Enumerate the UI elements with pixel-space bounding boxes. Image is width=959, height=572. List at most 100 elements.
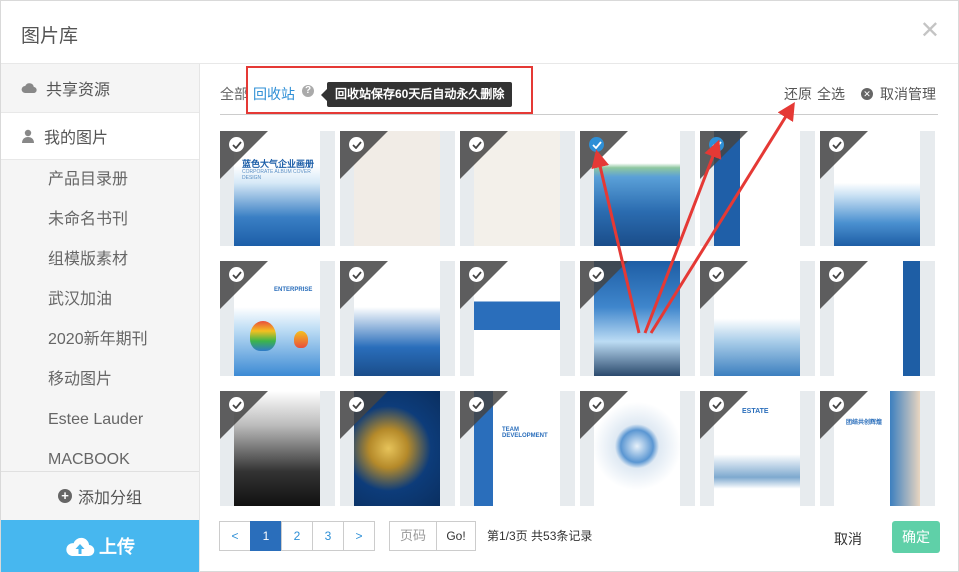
ok-button[interactable]: 确定 bbox=[892, 521, 940, 553]
checkbox[interactable] bbox=[469, 397, 484, 412]
thumbnail-caption: TEAM DEVELOPMENT bbox=[502, 427, 548, 439]
checkbox[interactable] bbox=[709, 397, 724, 412]
checkbox[interactable] bbox=[229, 267, 244, 282]
checkbox-corner bbox=[220, 391, 268, 439]
image-thumbnail[interactable]: TEAM DEVELOPMENT bbox=[460, 391, 575, 506]
checkbox-corner bbox=[700, 131, 748, 179]
checkbox-corner bbox=[820, 391, 868, 439]
sidebar-group-item[interactable]: 产品目录册 bbox=[1, 160, 199, 200]
checkbox[interactable] bbox=[829, 397, 844, 412]
checkbox-corner bbox=[340, 131, 388, 179]
cloud-upload-icon bbox=[66, 537, 95, 557]
image-thumbnail[interactable] bbox=[460, 261, 575, 376]
page-button-1[interactable]: 1 bbox=[250, 521, 282, 551]
sidebar-item-mine[interactable]: 我的图片 bbox=[1, 112, 199, 160]
image-thumbnail[interactable]: ENTERPRISE bbox=[220, 261, 335, 376]
checkbox[interactable] bbox=[589, 397, 604, 412]
image-thumbnail[interactable] bbox=[580, 391, 695, 506]
sidebar-group-item[interactable]: 未命名书刊 bbox=[1, 200, 199, 240]
group-list: 产品目录册 未命名书刊 组模版素材 武汉加油 2020新年期刊 移动图片 Est… bbox=[1, 160, 199, 469]
upload-label: 上传 bbox=[99, 537, 135, 557]
select-all-button[interactable]: 全选 bbox=[817, 84, 845, 104]
checkbox-corner bbox=[700, 391, 748, 439]
close-icon[interactable]: ✕ bbox=[920, 17, 940, 45]
checkbox-corner bbox=[580, 261, 628, 309]
page-info: 第1/3页 共53条记录 bbox=[487, 529, 593, 543]
sidebar-item-label: 我的图片 bbox=[44, 130, 109, 147]
page-button-3[interactable]: 3 bbox=[312, 521, 344, 551]
checkbox-corner bbox=[220, 131, 268, 179]
image-thumbnail[interactable] bbox=[340, 131, 455, 246]
image-thumbnail[interactable] bbox=[820, 261, 935, 376]
image-thumbnail[interactable] bbox=[340, 261, 455, 376]
plus-icon: + bbox=[57, 489, 72, 503]
sidebar-group-item[interactable]: 武汉加油 bbox=[1, 280, 199, 320]
checkbox[interactable] bbox=[349, 397, 364, 412]
checkbox[interactable] bbox=[469, 137, 484, 152]
image-thumbnail[interactable] bbox=[820, 131, 935, 246]
cancel-manage-button[interactable]: ✕ 取消管理 bbox=[861, 84, 936, 104]
checkbox[interactable] bbox=[829, 267, 844, 282]
close-circle-icon: ✕ bbox=[861, 88, 873, 100]
image-thumbnail[interactable] bbox=[340, 391, 455, 506]
checkbox[interactable] bbox=[349, 137, 364, 152]
sidebar-group-item[interactable]: 移动图片 bbox=[1, 360, 199, 400]
checkbox[interactable] bbox=[709, 267, 724, 282]
dialog-title: 图片库 bbox=[21, 26, 79, 47]
filter-all[interactable]: 全部 bbox=[220, 84, 248, 104]
checkbox-corner bbox=[820, 131, 868, 179]
checkbox-corner bbox=[220, 261, 268, 309]
upload-button[interactable]: 上传 bbox=[1, 520, 199, 572]
image-thumbnail[interactable] bbox=[460, 131, 575, 246]
pagination: < 1 2 3 > 页码 Go! 第1/3页 共53条记录 bbox=[219, 521, 592, 551]
prev-page-button[interactable]: < bbox=[219, 521, 251, 551]
sidebar-item-shared[interactable]: 共享资源 bbox=[1, 64, 199, 112]
restore-button[interactable]: 还原 bbox=[784, 84, 812, 104]
image-thumbnail[interactable] bbox=[580, 131, 695, 246]
image-thumbnail[interactable]: 蓝色大气企业画册 CORPORATE ALBUM COVER DESIGN bbox=[220, 131, 335, 246]
next-page-button[interactable]: > bbox=[343, 521, 375, 551]
image-thumbnail[interactable] bbox=[700, 261, 815, 376]
checkbox-corner bbox=[460, 261, 508, 309]
checkbox-checked[interactable] bbox=[709, 137, 724, 152]
checkbox-corner bbox=[580, 391, 628, 439]
checkbox-corner bbox=[700, 261, 748, 309]
cancel-manage-label: 取消管理 bbox=[880, 86, 936, 102]
image-thumbnail[interactable] bbox=[220, 391, 335, 506]
annotation-highlight-box bbox=[246, 66, 533, 114]
image-thumbnail[interactable]: 团结共创辉煌 bbox=[820, 391, 935, 506]
page-number-input[interactable]: 页码 bbox=[389, 521, 437, 551]
checkbox[interactable] bbox=[229, 137, 244, 152]
sidebar-group-item[interactable]: 组模版素材 bbox=[1, 240, 199, 280]
go-button[interactable]: Go! bbox=[436, 521, 476, 551]
image-thumbnail[interactable]: ESTATE bbox=[700, 391, 815, 506]
image-thumbnail[interactable] bbox=[580, 261, 695, 376]
checkbox-corner bbox=[580, 131, 628, 179]
sidebar-item-label: 共享资源 bbox=[46, 82, 111, 99]
sidebar-group-item[interactable]: Estee Lauder bbox=[1, 400, 199, 440]
checkbox[interactable] bbox=[349, 267, 364, 282]
checkbox-corner bbox=[820, 261, 868, 309]
sidebar: 共享资源 我的图片 产品目录册 未命名书刊 组模版素材 武汉加油 2020新年期… bbox=[1, 64, 200, 572]
checkbox[interactable] bbox=[589, 267, 604, 282]
checkbox-corner bbox=[460, 391, 508, 439]
page-button-2[interactable]: 2 bbox=[281, 521, 313, 551]
sidebar-group-item[interactable]: 2020新年期刊 bbox=[1, 320, 199, 360]
dialog-header: 图片库 ✕ bbox=[1, 1, 958, 64]
add-group-label: 添加分组 bbox=[77, 490, 142, 507]
cloud-icon bbox=[21, 83, 37, 94]
checkbox-corner bbox=[460, 131, 508, 179]
checkbox[interactable] bbox=[469, 267, 484, 282]
add-group-button[interactable]: + 添加分组 bbox=[1, 471, 199, 520]
checkbox-corner bbox=[340, 391, 388, 439]
cancel-button[interactable]: 取消 bbox=[834, 529, 862, 549]
checkbox-checked[interactable] bbox=[589, 137, 604, 152]
sidebar-group-item[interactable]: MACBOOK bbox=[1, 440, 199, 469]
user-icon bbox=[22, 129, 34, 143]
thumbnail-caption: ENTERPRISE bbox=[274, 287, 313, 293]
checkbox-corner bbox=[340, 261, 388, 309]
image-library-dialog: 图片库 ✕ 共享资源 我的图片 产品目录册 未命名书刊 组模版素材 武汉加油 2… bbox=[0, 0, 959, 572]
checkbox[interactable] bbox=[229, 397, 244, 412]
image-thumbnail[interactable] bbox=[700, 131, 815, 246]
checkbox[interactable] bbox=[829, 137, 844, 152]
